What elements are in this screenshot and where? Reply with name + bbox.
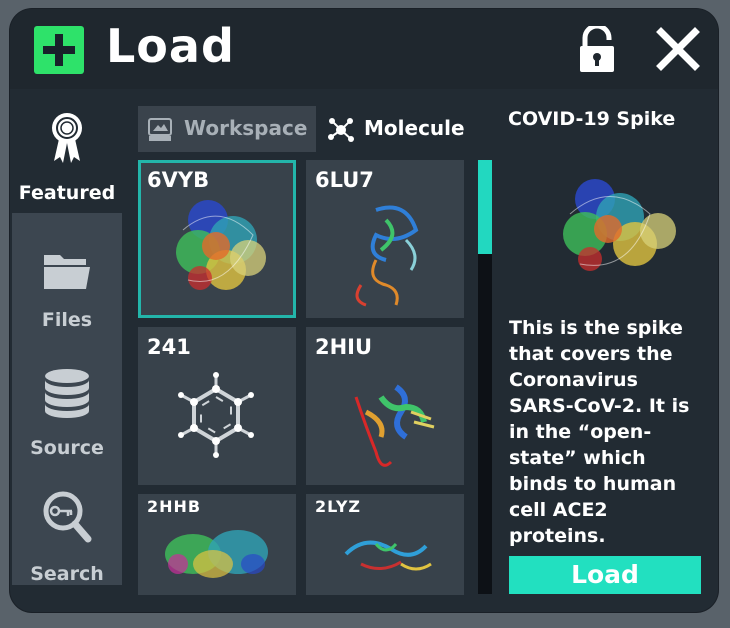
plus-icon	[34, 26, 84, 74]
load-button[interactable]: Load	[509, 556, 701, 594]
molecule-card-241[interactable]: 241	[138, 327, 296, 485]
dialog-title: Load	[106, 19, 235, 73]
close-icon[interactable]	[656, 27, 700, 71]
sidebar-item-search[interactable]: Search	[12, 461, 122, 585]
molecule-card-6vyb[interactable]: 6VYB	[138, 160, 296, 318]
tab-molecule[interactable]: Molecule	[316, 106, 466, 152]
card-title: 2HIU	[315, 335, 373, 359]
molecule-card-6lu7[interactable]: 6LU7	[306, 160, 464, 318]
sidebar-item-label: Featured	[18, 182, 116, 204]
card-title: 2HHB	[147, 497, 202, 516]
folder-icon	[44, 255, 90, 289]
molecule-card-2lyz[interactable]: 2LYZ	[306, 494, 464, 595]
molecule-card-2hiu[interactable]: 2HIU	[306, 327, 464, 485]
database-icon	[45, 369, 89, 418]
card-title: 241	[147, 335, 191, 359]
molecule-card-2hhb[interactable]: 2HHB	[138, 494, 296, 595]
card-title: 6VYB	[147, 168, 210, 192]
detail-description: This is the spike that covers the Corona…	[509, 317, 690, 547]
nano-workspace-icon	[148, 118, 172, 141]
tab-label: Workspace	[184, 116, 308, 140]
dialog-header: Load	[10, 9, 718, 89]
detail-molecule-preview	[563, 179, 676, 271]
sidebar: Featured Files Source Search	[12, 89, 122, 599]
tab-label: Molecule	[364, 116, 465, 140]
unlock-icon[interactable]	[580, 26, 614, 72]
sidebar-item-source[interactable]: Source	[12, 337, 122, 461]
card-title: 6LU7	[315, 168, 374, 192]
search-key-icon	[43, 491, 92, 543]
tab-workspace[interactable]: Workspace	[138, 106, 316, 152]
load-dialog: Load Featured Files Source Search Worksp…	[10, 9, 718, 612]
scrollbar-thumb[interactable]	[478, 160, 492, 254]
sidebar-item-label: Source	[30, 437, 104, 459]
sidebar-item-label: Files	[41, 309, 93, 331]
molecule-icon	[328, 118, 354, 142]
sidebar-item-files[interactable]: Files	[12, 213, 122, 337]
sidebar-item-featured[interactable]: Featured	[12, 89, 122, 213]
sidebar-item-label: Search	[30, 563, 104, 585]
ribbon-award-icon	[52, 113, 82, 163]
detail-title: COVID-19 Spike	[508, 108, 676, 130]
card-title: 2LYZ	[315, 497, 362, 516]
